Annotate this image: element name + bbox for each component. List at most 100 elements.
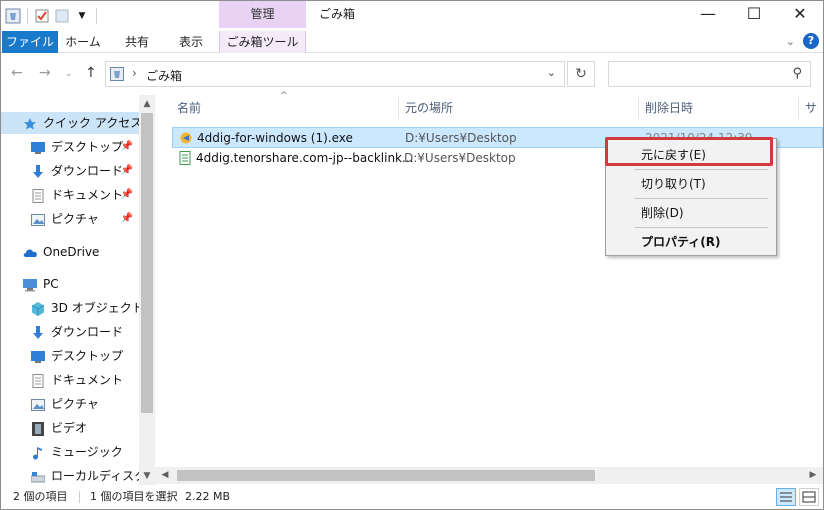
horizontal-scrollbar[interactable]: ◀ ▶ (155, 467, 823, 484)
close-button[interactable]: ✕ (777, 1, 823, 28)
menu-item-delete[interactable]: 削除(D) (606, 202, 776, 224)
exe-file-icon (179, 131, 193, 145)
sidebar-item-pictures-pc[interactable]: ピクチャ (1, 393, 139, 415)
quick-access-toolbar: ▼ (5, 5, 99, 27)
document-icon (31, 188, 45, 203)
large-icons-view-icon (802, 491, 816, 503)
toolbar-divider (96, 8, 97, 24)
pin-icon: 📌 (120, 189, 133, 200)
sidebar-item-3d-objects[interactable]: 3D オブジェクト (1, 297, 144, 319)
recycle-bin-icon (110, 67, 124, 81)
large-icons-view-button[interactable] (799, 488, 819, 506)
sidebar-item-local-disk[interactable]: ローカルディスク (C: (1, 465, 155, 485)
toolbar-divider (27, 8, 28, 24)
maximize-button[interactable]: ☐ (731, 1, 777, 28)
sidebar-item-videos[interactable]: ビデオ (1, 417, 139, 439)
scroll-left-icon[interactable]: ◀ (157, 467, 173, 484)
back-arrow-icon[interactable]: ← (11, 65, 23, 81)
customize-toolbar-icon[interactable]: ▼ (74, 8, 90, 24)
menu-divider (634, 198, 768, 199)
search-icon: ⚲ (792, 66, 802, 81)
pin-icon: 📌 (120, 213, 133, 224)
help-icon[interactable]: ? (803, 33, 819, 49)
explorer-window: ▼ 管理 ごみ箱 — ☐ ✕ ファイル ホーム 共有 表示 ごみ箱ツール ⌄ ?… (0, 0, 824, 510)
tab-home[interactable]: ホーム (61, 31, 105, 53)
tab-view[interactable]: 表示 (169, 31, 213, 53)
sidebar-item-onedrive[interactable]: OneDrive (1, 241, 139, 263)
column-divider[interactable] (638, 97, 639, 119)
sidebar-item-documents-pc[interactable]: ドキュメント (1, 369, 139, 391)
file-name: 4ddig.tenorshare.com-jp--backlink... (196, 151, 414, 165)
ribbon-controls: ⌄ ? (786, 33, 819, 49)
sidebar-item-quick-access[interactable]: クイック アクセス (1, 112, 142, 134)
recycle-bin-icon (5, 8, 21, 24)
sidebar-item-desktop-pc[interactable]: デスクトップ (1, 345, 139, 367)
scroll-up-icon[interactable]: ▲ (139, 99, 155, 109)
properties-icon[interactable] (34, 8, 50, 24)
file-location: D:¥Users¥Desktop (405, 131, 517, 145)
title-bar: ▼ 管理 ごみ箱 — ☐ ✕ (1, 1, 823, 31)
ribbon-tabs: ファイル ホーム 共有 表示 ごみ箱ツール ⌄ ? (1, 31, 823, 53)
status-bar: 2 個の項目 1 個の項目を選択 2.22 MB (1, 485, 823, 509)
sidebar-item-pc[interactable]: PC (1, 273, 139, 295)
download-icon (31, 164, 45, 178)
selection-size: 2.22 MB (185, 490, 231, 503)
document-icon (31, 373, 45, 388)
sidebar-item-desktop[interactable]: デスクトップ 📌 (1, 136, 139, 158)
sidebar-item-pictures[interactable]: ピクチャ 📌 (1, 208, 139, 230)
scrollbar-thumb[interactable] (141, 113, 153, 413)
sidebar-item-music[interactable]: ミュージック (1, 441, 139, 463)
search-input[interactable]: ⚲ (608, 61, 811, 87)
menu-item-cut[interactable]: 切り取り(T) (606, 173, 776, 195)
forward-arrow-icon[interactable]: → (39, 65, 51, 81)
menu-item-properties[interactable]: プロパティ(R) (606, 231, 776, 253)
sidebar-item-documents[interactable]: ドキュメント 📌 (1, 184, 139, 206)
navigation-pane: クイック アクセス デスクトップ 📌 ダウンロード 📌 ドキュメント 📌 ピクチ… (1, 95, 155, 485)
file-name: 4ddig-for-windows (1).exe (197, 131, 353, 145)
star-icon (23, 116, 37, 130)
column-divider[interactable] (398, 97, 399, 119)
address-bar-row: ← → ⌄ ↑ › ごみ箱 ⌄ ↻ ⚲ (1, 57, 823, 91)
desktop-icon (31, 140, 45, 154)
menu-divider (634, 169, 768, 170)
recent-locations-icon[interactable]: ⌄ (65, 69, 73, 79)
context-tab-header: 管理 (219, 1, 306, 28)
refresh-button[interactable]: ↻ (567, 61, 595, 87)
sidebar-item-downloads-pc[interactable]: ダウンロード (1, 321, 139, 343)
status-divider (79, 491, 80, 503)
chevron-down-icon[interactable]: ⌄ (786, 35, 795, 48)
menu-divider (634, 227, 768, 228)
breadcrumb-separator: › (132, 66, 137, 80)
music-note-icon (31, 445, 45, 460)
column-divider[interactable] (798, 97, 799, 119)
scroll-right-icon[interactable]: ▶ (805, 467, 821, 484)
breadcrumb-recycle-bin[interactable]: ごみ箱 (146, 67, 182, 84)
navigation-scrollbar[interactable]: ▲ ▼ (139, 95, 155, 485)
sort-ascending-icon: ^ (280, 91, 288, 101)
cloud-icon (23, 245, 37, 259)
column-header-size[interactable]: サイ (805, 95, 823, 141)
cube-icon (31, 301, 45, 316)
column-header-name[interactable]: 名前 (177, 95, 201, 121)
scroll-down-icon[interactable]: ▼ (139, 471, 155, 481)
window-title: ごみ箱 (319, 7, 356, 21)
selection-count: 1 個の項目を選択 (90, 490, 178, 503)
highlight-box (605, 137, 773, 166)
sidebar-item-downloads[interactable]: ダウンロード 📌 (1, 160, 139, 182)
tab-share[interactable]: 共有 (113, 31, 161, 53)
scrollbar-thumb[interactable] (177, 470, 595, 481)
pin-icon: 📌 (120, 141, 133, 152)
column-header-deleted[interactable]: 削除日時 (645, 95, 693, 121)
tab-file[interactable]: ファイル (2, 31, 58, 53)
address-field[interactable]: › ごみ箱 ⌄ (105, 61, 565, 87)
minimize-button[interactable]: — (685, 1, 731, 28)
new-folder-icon[interactable] (54, 8, 70, 24)
up-arrow-icon[interactable]: ↑ (85, 65, 97, 81)
picture-icon (31, 397, 45, 411)
details-view-icon (780, 492, 792, 502)
chevron-down-icon[interactable]: ⌄ (547, 66, 556, 79)
tab-recycle-bin-tools[interactable]: ごみ箱ツール (219, 31, 306, 53)
column-header-location[interactable]: 元の場所 (405, 95, 453, 121)
desktop-icon (31, 349, 45, 363)
details-view-button[interactable] (776, 488, 796, 506)
